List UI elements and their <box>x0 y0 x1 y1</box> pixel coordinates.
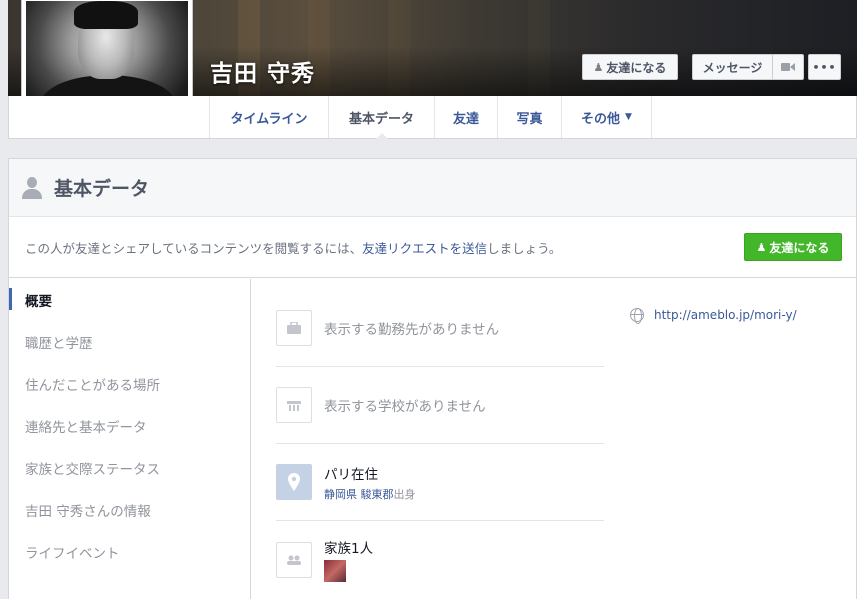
briefcase-icon <box>276 310 312 346</box>
sidebar-item-overview[interactable]: 概要 <box>9 279 250 321</box>
about-title: 基本データ <box>54 178 150 200</box>
person-icon <box>22 176 42 199</box>
work-row: 表示する勤務先がありません <box>276 290 604 367</box>
message-label: メッセージ <box>702 60 763 75</box>
friend-request-notice: この人が友達とシェアしているコンテンツを閲覧するには、 友達リクエストを送信 し… <box>9 217 856 278</box>
add-friend-label: 友達になる <box>606 60 667 75</box>
sidebar-item-work-education[interactable]: 職歴と学歴 <box>9 321 250 363</box>
family-row: 家族1人 <box>276 521 604 598</box>
family-icon <box>276 541 312 578</box>
profile-nav: タイムライン 基本データ 友達 写真 その他 ▼ <box>8 96 857 139</box>
school-row: 表示する学校がありません <box>276 367 604 444</box>
message-button[interactable]: メッセージ <box>692 54 773 80</box>
add-friend-icon: ♟ <box>593 60 604 74</box>
website-entry: http://ameblo.jp/mori-y/ <box>630 308 797 324</box>
school-empty-text: 表示する学校がありません <box>324 399 486 415</box>
tab-photos[interactable]: 写真 <box>497 96 561 138</box>
video-camera-icon <box>781 63 795 71</box>
notice-text-before: この人が友達とシェアしているコンテンツを閲覧するには、 <box>25 240 363 256</box>
family-count: 家族1人 <box>324 541 374 557</box>
location-pin-icon <box>276 464 312 500</box>
about-header: 基本データ <box>9 159 856 217</box>
video-call-button[interactable] <box>772 54 804 80</box>
website-link[interactable]: http://ameblo.jp/mori-y/ <box>654 308 797 322</box>
sidebar-item-family-relationships[interactable]: 家族と交際ステータス <box>9 447 250 489</box>
sidebar-item-contact-info[interactable]: 連絡先と基本データ <box>9 405 250 447</box>
sidebar-item-details-about[interactable]: 吉田 守秀さんの情報 <box>9 489 250 531</box>
location-row: パリ在住 静岡県 駿東郡出身 <box>276 444 604 521</box>
hometown-district-link[interactable]: 駿東郡 <box>361 488 394 501</box>
current-city[interactable]: パリ在住 <box>324 463 416 483</box>
hometown-suffix: 出身 <box>393 487 416 501</box>
hometown-prefecture-link[interactable]: 静岡県 <box>324 488 357 501</box>
add-friend-button[interactable]: ♟ 友達になる <box>582 54 678 80</box>
add-friend-green-label: 友達になる <box>769 240 830 255</box>
add-friend-icon: ♟ <box>756 240 767 254</box>
tab-timeline[interactable]: タイムライン <box>209 96 328 138</box>
notice-text-after: しましょう。 <box>487 240 562 256</box>
overview-content: 表示する勤務先がありません 表示する学校がありません パリ在住 静岡県 駿東郡出… <box>276 279 604 598</box>
sidebar-item-places-lived[interactable]: 住んだことがある場所 <box>9 363 250 405</box>
family-member-photo[interactable] <box>324 560 346 582</box>
profile-name[interactable]: 吉田 守秀 <box>210 54 315 88</box>
more-dots-icon: ••• <box>812 60 837 74</box>
tab-more[interactable]: その他 ▼ <box>561 96 652 138</box>
tab-more-label: その他 <box>581 111 621 127</box>
send-friend-request-link[interactable]: 友達リクエストを送信 <box>362 238 487 257</box>
tab-about[interactable]: 基本データ <box>328 96 434 139</box>
chevron-down-icon: ▼ <box>625 112 632 122</box>
sidebar-item-life-events[interactable]: ライフイベント <box>9 531 250 573</box>
more-options-button[interactable]: ••• <box>808 54 841 80</box>
work-empty-text: 表示する勤務先がありません <box>324 322 500 338</box>
add-friend-green-button[interactable]: ♟ 友達になる <box>744 233 842 261</box>
tab-friends[interactable]: 友達 <box>434 96 497 138</box>
globe-icon <box>630 308 644 324</box>
school-icon <box>276 387 312 423</box>
about-panel: 基本データ この人が友達とシェアしているコンテンツを閲覧するには、 友達リクエス… <box>8 158 857 599</box>
about-sidebar: 概要 職歴と学歴 住んだことがある場所 連絡先と基本データ 家族と交際ステータス… <box>9 279 251 599</box>
hometown: 静岡県 駿東郡出身 <box>324 486 416 502</box>
